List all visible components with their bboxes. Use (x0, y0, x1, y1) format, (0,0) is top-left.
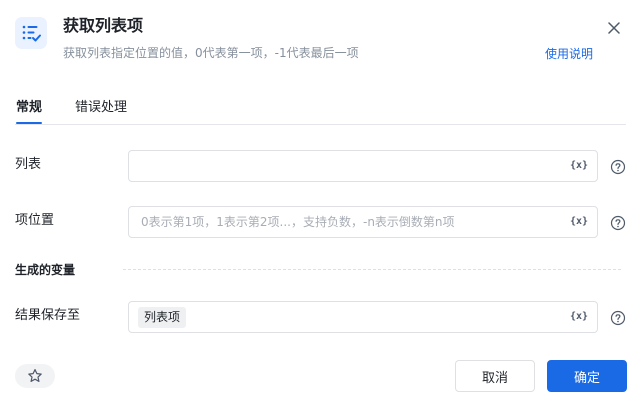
star-icon (28, 369, 42, 382)
output-variable-tag[interactable]: 列表项 (138, 307, 187, 328)
list-variable-button[interactable]: {x} (570, 159, 588, 173)
dialog-title: 获取列表项 (63, 16, 144, 35)
tab-bar: 常规 错误处理 (15, 99, 626, 125)
index-label: 项位置 (15, 213, 55, 228)
list-check-icon (22, 25, 41, 42)
close-icon (608, 22, 620, 34)
tab-error-handling[interactable]: 错误处理 (75, 99, 127, 117)
list-input[interactable] (141, 151, 561, 181)
output-section-title: 生成的变量 (15, 263, 76, 277)
tab-general[interactable]: 常规 (16, 99, 43, 124)
output-field[interactable]: 列表项 {x} (128, 301, 598, 333)
section-divider (123, 269, 621, 270)
list-help-icon[interactable] (610, 159, 626, 175)
index-help-icon[interactable] (610, 215, 626, 231)
index-input[interactable] (141, 207, 561, 237)
index-variable-button[interactable]: {x} (570, 215, 588, 229)
cancel-button[interactable]: 取消 (455, 360, 535, 392)
output-label: 结果保存至 (15, 308, 81, 323)
header-icon-box (15, 17, 47, 49)
confirm-button[interactable]: 确定 (547, 360, 627, 392)
dialog-subtitle: 获取列表指定位置的值，0代表第一项，-1代表最后一项 (63, 46, 359, 60)
output-variable-button[interactable]: {x} (570, 310, 588, 324)
index-field[interactable]: {x} (128, 206, 598, 238)
close-button[interactable] (606, 20, 622, 36)
help-link[interactable]: 使用说明 (545, 46, 593, 62)
favorite-button[interactable] (15, 364, 55, 388)
list-field[interactable]: {x} (128, 150, 598, 182)
output-help-icon[interactable] (610, 310, 626, 326)
list-label: 列表 (15, 157, 42, 172)
